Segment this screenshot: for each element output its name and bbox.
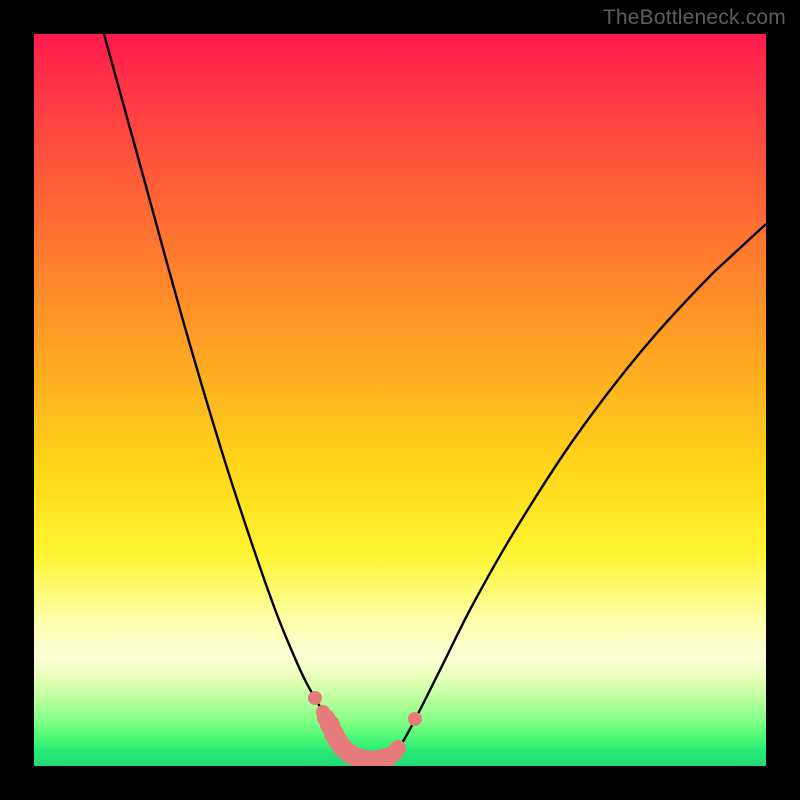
curve-marker bbox=[408, 712, 422, 726]
curve-marker bbox=[308, 691, 322, 705]
bottleneck-curve bbox=[104, 34, 766, 760]
curve-markers bbox=[308, 691, 422, 766]
chart-frame: TheBottleneck.com bbox=[0, 0, 800, 800]
curve-marker bbox=[390, 740, 406, 756]
watermark-text: TheBottleneck.com bbox=[603, 6, 786, 30]
plot-area bbox=[34, 34, 766, 766]
curve-layer bbox=[34, 34, 766, 766]
